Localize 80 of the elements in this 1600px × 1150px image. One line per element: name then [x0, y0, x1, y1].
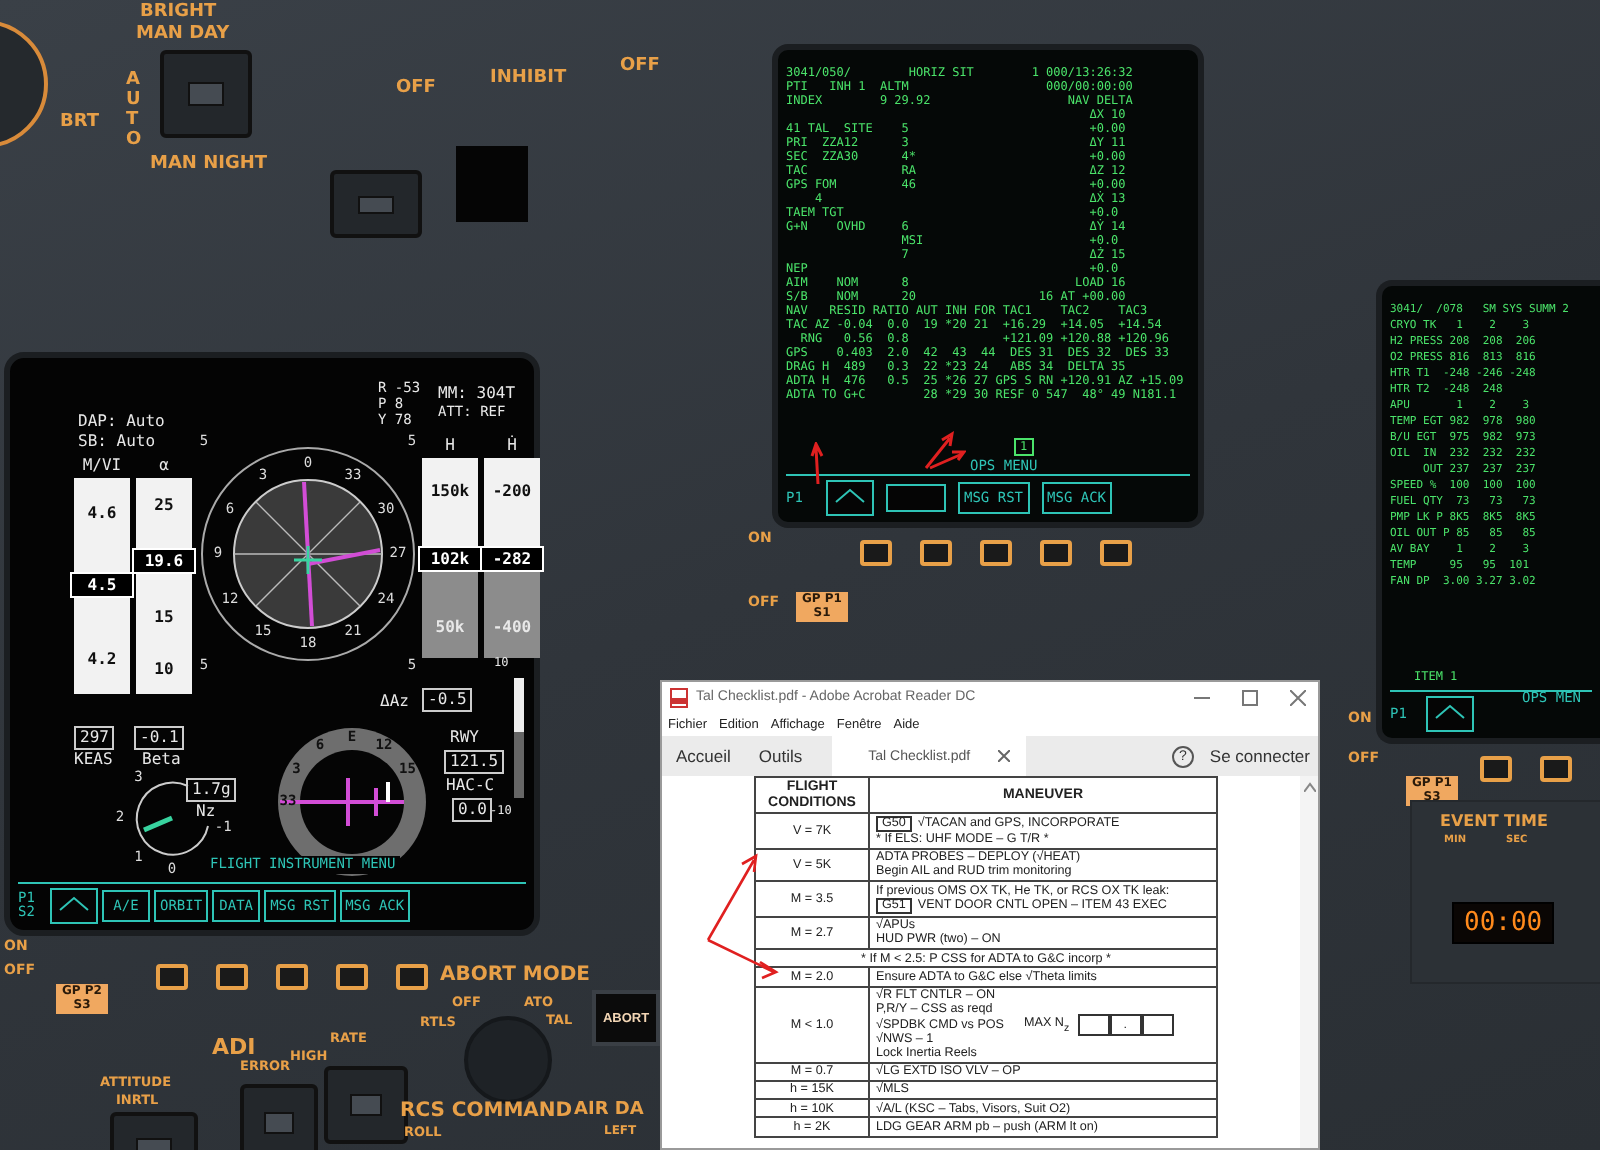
- push-button[interactable]: [1480, 756, 1512, 782]
- display-text: SB: Auto: [78, 434, 156, 450]
- tape-value: 150k: [428, 481, 472, 499]
- tape-value: -400: [490, 617, 534, 635]
- up-key[interactable]: [50, 888, 98, 924]
- display-text: ΔAz: [380, 694, 409, 710]
- up-key[interactable]: [1426, 696, 1474, 732]
- close-icon[interactable]: [1290, 689, 1306, 705]
- push-button[interactable]: [980, 540, 1012, 566]
- switch-label: MAN NIGHT: [150, 156, 268, 174]
- scroll-up-icon[interactable]: [1303, 782, 1315, 792]
- toggle-switch[interactable]: [240, 1084, 318, 1150]
- tape-readout: 19.6: [132, 547, 196, 573]
- selector-title: ABORT MODE: [440, 966, 590, 986]
- toggle-switch[interactable]: [160, 50, 252, 138]
- push-button[interactable]: [860, 540, 892, 566]
- pdf-file-icon: [670, 687, 688, 707]
- readout-value: 297: [74, 726, 115, 750]
- push-button[interactable]: [276, 964, 308, 990]
- switch-label: OFF: [620, 58, 660, 76]
- tape-label: M/VI: [82, 458, 122, 474]
- switch-label: BRIGHT: [140, 4, 217, 22]
- readout-value: -0.1: [134, 726, 185, 750]
- push-button[interactable]: [1040, 540, 1072, 566]
- display-text: KEAS: [74, 752, 113, 768]
- toolbar-tab[interactable]: Accueil: [662, 736, 745, 776]
- display-text: Nz: [196, 804, 216, 820]
- tape-value: 10: [152, 659, 176, 677]
- display-text: Beta: [142, 752, 181, 768]
- tape-readout: -282: [480, 545, 544, 571]
- readout-value: 0.0: [452, 798, 493, 822]
- glide-slope-bar: [514, 678, 524, 798]
- readout-value: 1.7g: [186, 778, 237, 802]
- annotation-arrow: [810, 442, 826, 486]
- tape-label: α: [159, 458, 169, 474]
- toggle-switch[interactable]: [330, 170, 422, 238]
- timer-title: EVENT TIME: [1440, 814, 1548, 830]
- switch-group-title: RCS COMMAND: [400, 1102, 573, 1122]
- toolbar-tab[interactable]: Outils: [744, 736, 817, 776]
- tape-value: 25: [152, 495, 176, 513]
- softkey-frame: [886, 484, 946, 512]
- push-button[interactable]: [1540, 756, 1572, 782]
- annotation-arrows-drawing: [922, 430, 966, 470]
- push-button[interactable]: [396, 964, 428, 990]
- close-icon[interactable]: [998, 750, 1011, 762]
- push-button[interactable]: [216, 964, 248, 990]
- push-button[interactable]: [336, 964, 368, 990]
- tape-readout: 4.5: [70, 572, 134, 599]
- maximize-icon[interactable]: [1242, 689, 1258, 705]
- readout-value: -0.5: [422, 688, 473, 712]
- timer-readout: 00:00: [1452, 902, 1555, 944]
- tape-value: -200: [490, 481, 534, 499]
- display-text: MM: 304T: [438, 386, 516, 402]
- tape-label: H: [445, 438, 455, 454]
- switch-group-title: ADI: [212, 1036, 256, 1058]
- display-text: HAC-C: [446, 778, 495, 794]
- entry-field[interactable]: [1077, 1013, 1110, 1036]
- switch-label: OFF: [396, 80, 436, 98]
- switch-label: MAN DAY: [136, 26, 230, 44]
- push-button[interactable]: [920, 540, 952, 566]
- up-key[interactable]: [826, 480, 874, 516]
- switch-group-title: AIR DA: [574, 1102, 644, 1120]
- tape-label: Ḣ: [507, 438, 517, 454]
- push-button[interactable]: [1100, 540, 1132, 566]
- display-text: DAP: Auto: [78, 414, 165, 430]
- tape-value: 4.2: [85, 650, 119, 669]
- tape-readout: 102k: [418, 545, 482, 571]
- indicator-window: [456, 146, 528, 222]
- tape-value: 50k: [433, 617, 467, 635]
- push-button[interactable]: [156, 964, 188, 990]
- sign-in-button[interactable]: Se connecter: [1193, 736, 1318, 776]
- tape-value: 15: [152, 607, 176, 625]
- switch-label: INHIBIT: [490, 70, 567, 88]
- switch-label: AUTO: [126, 72, 144, 152]
- tape-value: 4.6: [85, 503, 119, 522]
- entry-field[interactable]: [1141, 1013, 1174, 1036]
- scroll-bar[interactable]: [1300, 776, 1318, 1148]
- display-text: RWY: [450, 730, 479, 746]
- readout-value: 121.5: [444, 750, 505, 774]
- knob-label: BRT: [60, 114, 100, 132]
